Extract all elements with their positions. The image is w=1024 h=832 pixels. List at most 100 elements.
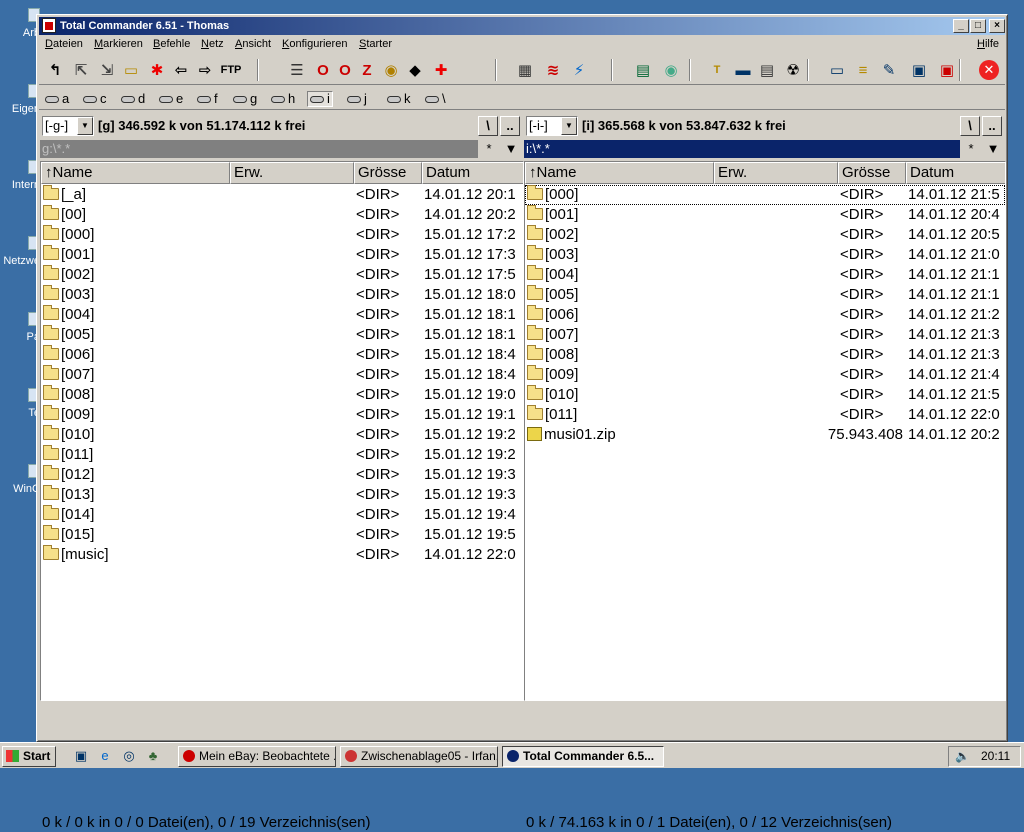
left-header-date[interactable]: Datum (422, 162, 523, 184)
file-row[interactable]: [011] <DIR> 14.01.12 22:0 (525, 405, 1005, 425)
z-icon[interactable]: Z (355, 58, 379, 82)
menu-dateien[interactable]: Dateien (45, 38, 83, 50)
network-icon[interactable]: ▣ (907, 58, 931, 82)
tree-icon[interactable]: ≡ (851, 58, 875, 82)
drive-button-e[interactable]: e (157, 91, 185, 107)
file-row[interactable]: [00] <DIR> 14.01.12 20:2 (41, 205, 523, 225)
file-row[interactable]: [009] <DIR> 14.01.12 21:4 (525, 365, 1005, 385)
close-button[interactable]: × (989, 19, 1005, 33)
pack-icon[interactable]: ⇱ (69, 58, 93, 82)
opera-icon[interactable]: O (311, 58, 335, 82)
file-row[interactable]: [000] <DIR> 14.01.12 21:5 (525, 185, 1005, 205)
desktop-icon[interactable]: Pa (0, 312, 40, 343)
file-row[interactable]: [010] <DIR> 14.01.12 21:5 (525, 385, 1005, 405)
stripes-icon[interactable]: ≋ (541, 58, 565, 82)
right-history-button[interactable]: * (960, 140, 982, 158)
right-up-button[interactable]: .. (982, 116, 1002, 136)
file-row[interactable]: [004] <DIR> 15.01.12 18:1 (41, 305, 523, 325)
desktop-icon[interactable]: Te (0, 388, 40, 419)
drive-button-h[interactable]: h (269, 91, 297, 107)
desktop-icon[interactable]: Arb (0, 8, 40, 39)
file-row[interactable]: [010] <DIR> 15.01.12 19:2 (41, 425, 523, 445)
left-drive-select[interactable]: [-g-] ▼ (42, 116, 94, 136)
forward-icon[interactable]: ⇨ (193, 58, 217, 82)
right-root-button[interactable]: \ (960, 116, 980, 136)
menu-ansicht[interactable]: Ansicht (235, 38, 271, 50)
file-row[interactable]: [002] <DIR> 15.01.12 17:5 (41, 265, 523, 285)
select-all-icon[interactable]: ✱ (145, 58, 169, 82)
file-row[interactable]: musi01.zip 75.943.408 14.01.12 20:2 (525, 425, 1005, 445)
file-row[interactable]: [014] <DIR> 15.01.12 19:4 (41, 505, 523, 525)
file-row[interactable]: [001] <DIR> 15.01.12 17:3 (41, 245, 523, 265)
left-root-button[interactable]: \ (478, 116, 498, 136)
batman-icon[interactable]: ◆ (403, 58, 427, 82)
chip-icon[interactable]: ▦ (513, 58, 537, 82)
start-button[interactable]: Start (2, 746, 56, 767)
ie-icon[interactable]: e (96, 748, 114, 764)
menu-konfigurieren[interactable]: Konfigurieren (282, 38, 347, 50)
tcp-icon[interactable]: T (705, 58, 729, 82)
film-icon[interactable]: ▤ (631, 58, 655, 82)
file-row[interactable]: [music] <DIR> 14.01.12 22:0 (41, 545, 523, 565)
drive-button-g[interactable]: g (231, 91, 259, 107)
right-header-size[interactable]: Grösse (838, 162, 906, 184)
list-icon[interactable]: ☰ (285, 58, 309, 82)
left-header-size[interactable]: Grösse (354, 162, 422, 184)
app-icon[interactable]: ♣ (144, 748, 162, 764)
radiation-icon[interactable]: ☢ (781, 58, 805, 82)
clock[interactable]: 20:11 (981, 747, 1010, 766)
computer-icon[interactable]: ▭ (825, 58, 849, 82)
file-row[interactable]: [002] <DIR> 14.01.12 20:5 (525, 225, 1005, 245)
taskbar-button[interactable]: Mein eBay: Beobachtete ... (178, 746, 336, 767)
title-bar[interactable]: Total Commander 6.51 - Thomas _ □ × (39, 17, 1005, 35)
desktop-icon[interactable]: ▣ (72, 748, 90, 764)
taskbar-button[interactable]: Total Commander 6.5... (502, 746, 664, 767)
right-header-date[interactable]: Datum (906, 162, 1005, 184)
drive-button-i[interactable]: i (307, 91, 333, 107)
desktop-icon[interactable]: Intern (0, 160, 40, 191)
right-header-ext[interactable]: Erw. (714, 162, 838, 184)
file-row[interactable]: [007] <DIR> 14.01.12 21:3 (525, 325, 1005, 345)
file-row[interactable]: [015] <DIR> 15.01.12 19:5 (41, 525, 523, 545)
file-row[interactable]: [000] <DIR> 15.01.12 17:2 (41, 225, 523, 245)
file-row[interactable]: [007] <DIR> 15.01.12 18:4 (41, 365, 523, 385)
monitor-icon[interactable]: ▣ (935, 58, 959, 82)
file-row[interactable]: [_a] <DIR> 14.01.12 20:1 (41, 185, 523, 205)
speaker-icon[interactable]: 🔈 (955, 747, 970, 766)
file-row[interactable]: [009] <DIR> 15.01.12 19:1 (41, 405, 523, 425)
swiss-icon[interactable]: ✚ (429, 58, 453, 82)
drive-button-d[interactable]: d (119, 91, 147, 107)
menu-netz[interactable]: Netz (201, 38, 224, 50)
file-row[interactable]: [003] <DIR> 14.01.12 21:0 (525, 245, 1005, 265)
chevron-down-icon[interactable]: ▼ (561, 117, 577, 135)
drive-button-network[interactable]: \ (423, 91, 448, 107)
file-row[interactable]: [008] <DIR> 14.01.12 21:3 (525, 345, 1005, 365)
unpack-icon[interactable]: ⇲ (95, 58, 119, 82)
left-history-button[interactable]: * (478, 140, 500, 158)
exit-icon[interactable]: ✕ (979, 60, 999, 80)
menu-markieren[interactable]: Markieren (94, 38, 143, 50)
file-row[interactable]: [004] <DIR> 14.01.12 21:1 (525, 265, 1005, 285)
file-row[interactable]: [001] <DIR> 14.01.12 20:4 (525, 205, 1005, 225)
drive-button-f[interactable]: f (195, 91, 220, 107)
left-file-list[interactable]: ↑Name Erw. Grösse Datum [_a] <DIR> 14.01.1… (40, 161, 524, 701)
lightning-icon[interactable]: ⚡ (567, 58, 591, 82)
car-icon[interactable]: ▬ (731, 58, 755, 82)
file-row[interactable]: [005] <DIR> 14.01.12 21:1 (525, 285, 1005, 305)
drive-button-k[interactable]: k (385, 91, 413, 107)
opera2-icon[interactable]: O (333, 58, 357, 82)
right-drive-select[interactable]: [-i-] ▼ (526, 116, 578, 136)
right-file-list[interactable]: ↑Name Erw. Grösse Datum [000] <DIR> 14.01.… (524, 161, 1006, 701)
left-header-ext[interactable]: Erw. (230, 162, 354, 184)
refresh-icon[interactable]: ↰ (43, 58, 67, 82)
desktop-icon[interactable]: Eigen (0, 84, 40, 115)
menu-befehle[interactable]: Befehle (153, 38, 190, 50)
desktop-icon[interactable]: Netzwe (0, 236, 40, 267)
file-row[interactable]: [003] <DIR> 15.01.12 18:0 (41, 285, 523, 305)
file-row[interactable]: [011] <DIR> 15.01.12 19:2 (41, 445, 523, 465)
total-commander-icon[interactable] (42, 18, 56, 33)
notepad-icon[interactable]: ▤ (755, 58, 779, 82)
left-up-button[interactable]: .. (500, 116, 520, 136)
new-folder-icon[interactable]: ▭ (119, 58, 143, 82)
file-row[interactable]: [006] <DIR> 14.01.12 21:2 (525, 305, 1005, 325)
